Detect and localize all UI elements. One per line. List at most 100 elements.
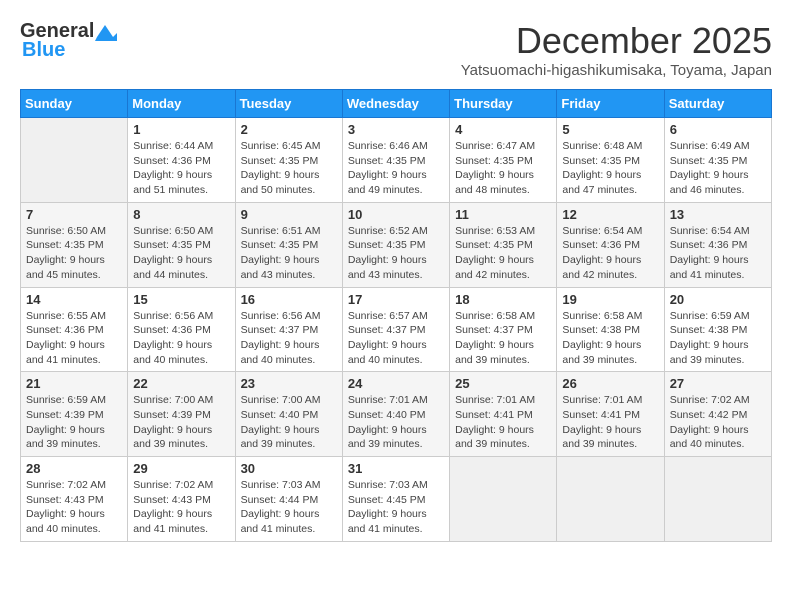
location: Yatsuomachi-higashikumisaka, Toyama, Jap… [461,62,772,79]
weekday-header-row: SundayMondayTuesdayWednesdayThursdayFrid… [21,90,772,118]
calendar-cell: 6 Sunrise: 6:49 AMSunset: 4:35 PMDayligh… [664,118,771,203]
weekday-header-sunday: Sunday [21,90,128,118]
day-number: 1 [133,122,229,137]
day-info: Sunrise: 7:01 AMSunset: 4:41 PMDaylight:… [562,394,642,450]
logo: General Blue [20,20,117,62]
day-number: 16 [241,292,337,307]
calendar-cell: 7 Sunrise: 6:50 AMSunset: 4:35 PMDayligh… [21,202,128,287]
weekday-header-saturday: Saturday [664,90,771,118]
day-info: Sunrise: 7:02 AMSunset: 4:43 PMDaylight:… [133,479,213,535]
calendar-cell [21,118,128,203]
day-info: Sunrise: 6:50 AMSunset: 4:35 PMDaylight:… [133,225,213,281]
day-info: Sunrise: 6:54 AMSunset: 4:36 PMDaylight:… [562,225,642,281]
page-header: General Blue December 2025 Yatsuomachi-h… [20,20,772,79]
weekday-header-tuesday: Tuesday [235,90,342,118]
day-number: 23 [241,376,337,391]
day-info: Sunrise: 7:00 AMSunset: 4:39 PMDaylight:… [133,394,213,450]
calendar-week-4: 21 Sunrise: 6:59 AMSunset: 4:39 PMDaylig… [21,372,772,457]
day-number: 11 [455,207,551,222]
calendar-table: SundayMondayTuesdayWednesdayThursdayFrid… [20,89,772,542]
day-number: 17 [348,292,444,307]
weekday-header-thursday: Thursday [450,90,557,118]
calendar-cell [664,457,771,542]
day-number: 20 [670,292,766,307]
day-info: Sunrise: 6:56 AMSunset: 4:37 PMDaylight:… [241,310,321,366]
weekday-header-friday: Friday [557,90,664,118]
day-info: Sunrise: 6:59 AMSunset: 4:39 PMDaylight:… [26,394,106,450]
calendar-cell: 13 Sunrise: 6:54 AMSunset: 4:36 PMDaylig… [664,202,771,287]
calendar-cell: 21 Sunrise: 6:59 AMSunset: 4:39 PMDaylig… [21,372,128,457]
day-number: 14 [26,292,122,307]
day-info: Sunrise: 6:50 AMSunset: 4:35 PMDaylight:… [26,225,106,281]
calendar-cell: 8 Sunrise: 6:50 AMSunset: 4:35 PMDayligh… [128,202,235,287]
day-info: Sunrise: 6:57 AMSunset: 4:37 PMDaylight:… [348,310,428,366]
calendar-cell: 22 Sunrise: 7:00 AMSunset: 4:39 PMDaylig… [128,372,235,457]
calendar-cell: 26 Sunrise: 7:01 AMSunset: 4:41 PMDaylig… [557,372,664,457]
day-info: Sunrise: 7:03 AMSunset: 4:44 PMDaylight:… [241,479,321,535]
calendar-cell: 24 Sunrise: 7:01 AMSunset: 4:40 PMDaylig… [342,372,449,457]
day-info: Sunrise: 7:02 AMSunset: 4:42 PMDaylight:… [670,394,750,450]
day-number: 13 [670,207,766,222]
day-info: Sunrise: 7:00 AMSunset: 4:40 PMDaylight:… [241,394,321,450]
calendar-cell: 27 Sunrise: 7:02 AMSunset: 4:42 PMDaylig… [664,372,771,457]
day-number: 15 [133,292,229,307]
calendar-cell: 1 Sunrise: 6:44 AMSunset: 4:36 PMDayligh… [128,118,235,203]
calendar-cell [450,457,557,542]
day-number: 29 [133,461,229,476]
calendar-cell: 12 Sunrise: 6:54 AMSunset: 4:36 PMDaylig… [557,202,664,287]
calendar-cell: 20 Sunrise: 6:59 AMSunset: 4:38 PMDaylig… [664,287,771,372]
day-info: Sunrise: 6:55 AMSunset: 4:36 PMDaylight:… [26,310,106,366]
calendar-cell: 28 Sunrise: 7:02 AMSunset: 4:43 PMDaylig… [21,457,128,542]
day-info: Sunrise: 6:58 AMSunset: 4:38 PMDaylight:… [562,310,642,366]
calendar-week-5: 28 Sunrise: 7:02 AMSunset: 4:43 PMDaylig… [21,457,772,542]
weekday-header-monday: Monday [128,90,235,118]
calendar-cell: 30 Sunrise: 7:03 AMSunset: 4:44 PMDaylig… [235,457,342,542]
day-number: 25 [455,376,551,391]
day-number: 24 [348,376,444,391]
day-info: Sunrise: 6:51 AMSunset: 4:35 PMDaylight:… [241,225,321,281]
day-number: 3 [348,122,444,137]
day-number: 28 [26,461,122,476]
logo-icon [95,23,117,41]
day-info: Sunrise: 6:54 AMSunset: 4:36 PMDaylight:… [670,225,750,281]
day-number: 18 [455,292,551,307]
calendar-cell: 19 Sunrise: 6:58 AMSunset: 4:38 PMDaylig… [557,287,664,372]
weekday-header-wednesday: Wednesday [342,90,449,118]
day-number: 12 [562,207,658,222]
calendar-cell: 16 Sunrise: 6:56 AMSunset: 4:37 PMDaylig… [235,287,342,372]
calendar-cell: 4 Sunrise: 6:47 AMSunset: 4:35 PMDayligh… [450,118,557,203]
day-info: Sunrise: 6:56 AMSunset: 4:36 PMDaylight:… [133,310,213,366]
day-info: Sunrise: 6:58 AMSunset: 4:37 PMDaylight:… [455,310,535,366]
calendar-cell: 3 Sunrise: 6:46 AMSunset: 4:35 PMDayligh… [342,118,449,203]
day-number: 10 [348,207,444,222]
calendar-cell [557,457,664,542]
calendar-cell: 17 Sunrise: 6:57 AMSunset: 4:37 PMDaylig… [342,287,449,372]
calendar-cell: 2 Sunrise: 6:45 AMSunset: 4:35 PMDayligh… [235,118,342,203]
calendar-week-3: 14 Sunrise: 6:55 AMSunset: 4:36 PMDaylig… [21,287,772,372]
logo-blue: Blue [22,39,65,62]
calendar-cell: 31 Sunrise: 7:03 AMSunset: 4:45 PMDaylig… [342,457,449,542]
day-number: 6 [670,122,766,137]
day-number: 30 [241,461,337,476]
calendar-cell: 18 Sunrise: 6:58 AMSunset: 4:37 PMDaylig… [450,287,557,372]
calendar-week-2: 7 Sunrise: 6:50 AMSunset: 4:35 PMDayligh… [21,202,772,287]
calendar-cell: 23 Sunrise: 7:00 AMSunset: 4:40 PMDaylig… [235,372,342,457]
day-number: 27 [670,376,766,391]
day-info: Sunrise: 6:44 AMSunset: 4:36 PMDaylight:… [133,140,213,196]
calendar-cell: 9 Sunrise: 6:51 AMSunset: 4:35 PMDayligh… [235,202,342,287]
calendar-cell: 15 Sunrise: 6:56 AMSunset: 4:36 PMDaylig… [128,287,235,372]
day-info: Sunrise: 6:49 AMSunset: 4:35 PMDaylight:… [670,140,750,196]
day-info: Sunrise: 7:01 AMSunset: 4:40 PMDaylight:… [348,394,428,450]
day-number: 7 [26,207,122,222]
day-info: Sunrise: 6:53 AMSunset: 4:35 PMDaylight:… [455,225,535,281]
day-info: Sunrise: 6:59 AMSunset: 4:38 PMDaylight:… [670,310,750,366]
calendar-cell: 10 Sunrise: 6:52 AMSunset: 4:35 PMDaylig… [342,202,449,287]
day-info: Sunrise: 7:01 AMSunset: 4:41 PMDaylight:… [455,394,535,450]
month-title: December 2025 [461,20,772,62]
day-number: 19 [562,292,658,307]
day-number: 31 [348,461,444,476]
day-info: Sunrise: 6:46 AMSunset: 4:35 PMDaylight:… [348,140,428,196]
day-number: 2 [241,122,337,137]
calendar-body: 1 Sunrise: 6:44 AMSunset: 4:36 PMDayligh… [21,118,772,542]
day-info: Sunrise: 7:03 AMSunset: 4:45 PMDaylight:… [348,479,428,535]
